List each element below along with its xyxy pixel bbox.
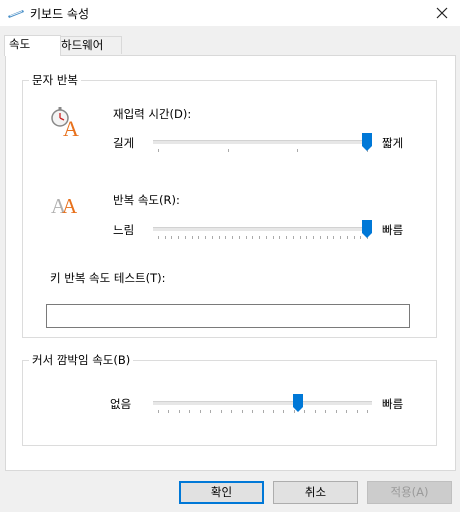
slider-tick: [211, 236, 213, 239]
char-repeat-group-label: 문자 반복: [29, 72, 81, 88]
cursor-blink-max-label: 빠름: [382, 397, 404, 411]
repeat-delay-label: 재입력 시간(D):: [113, 107, 192, 121]
cursor-blink-group: 커서 깜박임 속도(B) 없음 빠름: [22, 352, 437, 446]
char-repeat-group: 문자 반복 A 재입력 시간(D): 길게 짧게 A A 반복 속도(R): 느…: [22, 72, 437, 338]
close-icon: [436, 7, 448, 19]
slider-tick: [191, 236, 193, 239]
repeat-rate-max-label: 빠름: [382, 223, 404, 237]
slider-tick: [304, 410, 306, 413]
slider-tick: [189, 410, 191, 413]
slider-tick: [340, 236, 342, 239]
tab-hardware[interactable]: 하드웨어: [56, 36, 122, 54]
slider-tick: [198, 236, 200, 239]
repeat-rate-track: [153, 227, 372, 231]
slider-tick: [356, 410, 358, 413]
window-title: 키보드 속성: [30, 7, 90, 21]
cursor-blink-group-label: 커서 깜박임 속도(B): [29, 352, 134, 368]
close-button[interactable]: [424, 0, 460, 26]
slider-tick: [178, 236, 180, 239]
slider-tick: [333, 236, 335, 239]
slider-tick: [279, 236, 281, 239]
repeat-delay-ticks: [153, 149, 372, 155]
repeat-delay-track: [153, 140, 372, 144]
slider-tick: [184, 236, 186, 239]
slider-tick: [314, 410, 316, 413]
stopwatch-letter-icon: A: [51, 107, 79, 137]
slider-tick: [164, 236, 166, 239]
slider-tick: [367, 410, 368, 413]
keyboard-icon: [8, 10, 24, 18]
cursor-blink-ticks: [153, 410, 372, 416]
slider-tick: [199, 410, 201, 413]
repeat-rate-slider[interactable]: [153, 220, 372, 247]
repeat-rate-label: 반복 속도(R):: [113, 193, 180, 207]
slider-tick: [241, 410, 243, 413]
slider-tick: [313, 236, 315, 239]
slider-tick: [158, 236, 159, 239]
repeat-test-input[interactable]: [46, 304, 410, 328]
cursor-blink-min-label: 없음: [110, 397, 132, 411]
slider-tick: [245, 236, 247, 239]
slider-tick: [265, 236, 267, 239]
svg-text:A: A: [62, 194, 78, 217]
slider-tick: [232, 236, 234, 239]
repeat-rate-ticks: [153, 236, 372, 242]
double-letter-icon: A A: [51, 194, 78, 217]
slider-tick: [218, 236, 220, 239]
slider-tick: [325, 410, 327, 413]
slider-tick: [335, 410, 337, 413]
slider-tick: [220, 410, 222, 413]
slider-tick: [227, 149, 229, 152]
repeat-delay-thumb[interactable]: [362, 133, 372, 151]
cancel-button[interactable]: 취소: [273, 481, 358, 504]
slider-tick: [272, 410, 274, 413]
slider-tick: [319, 236, 321, 239]
slider-tick: [299, 236, 301, 239]
tab-panel: 문자 반복 A 재입력 시간(D): 길게 짧게 A A 반복 속도(R): 느…: [5, 55, 456, 471]
slider-tick: [158, 149, 159, 152]
slider-tick: [272, 236, 274, 239]
repeat-delay-slider[interactable]: [153, 133, 372, 160]
repeat-test-label: 키 반복 속도 테스트(T):: [50, 271, 166, 285]
cursor-blink-thumb[interactable]: [293, 394, 304, 412]
repeat-delay-max-label: 짧게: [382, 136, 404, 150]
slider-tick: [231, 410, 233, 413]
ok-button[interactable]: 확인: [179, 481, 264, 504]
repeat-rate-min-label: 느림: [113, 223, 135, 237]
repeat-rate-thumb[interactable]: [362, 220, 372, 238]
slider-tick: [178, 410, 180, 413]
svg-text:A: A: [63, 116, 79, 137]
slider-tick: [259, 236, 261, 239]
slider-tick: [353, 236, 355, 239]
slider-tick: [210, 410, 212, 413]
slider-tick: [297, 149, 299, 152]
slider-tick: [262, 410, 264, 413]
slider-tick: [252, 236, 254, 239]
tab-speed[interactable]: 속도: [4, 35, 61, 56]
slider-tick: [292, 236, 294, 239]
slider-tick: [225, 236, 227, 239]
slider-tick: [238, 236, 240, 239]
slider-tick: [283, 410, 285, 413]
title-bar: 키보드 속성: [0, 0, 460, 26]
slider-tick: [326, 236, 328, 239]
slider-tick: [306, 236, 308, 239]
cursor-blink-slider[interactable]: [153, 394, 372, 421]
slider-tick: [205, 236, 207, 239]
apply-button[interactable]: 적용(A): [367, 481, 452, 504]
cursor-blink-track: [153, 401, 372, 405]
slider-tick: [168, 410, 170, 413]
slider-tick: [171, 236, 173, 239]
slider-tick: [346, 236, 348, 239]
repeat-delay-min-label: 길게: [113, 136, 135, 150]
slider-tick: [252, 410, 254, 413]
slider-tick: [286, 236, 288, 239]
slider-tick: [346, 410, 348, 413]
slider-tick: [158, 410, 159, 413]
